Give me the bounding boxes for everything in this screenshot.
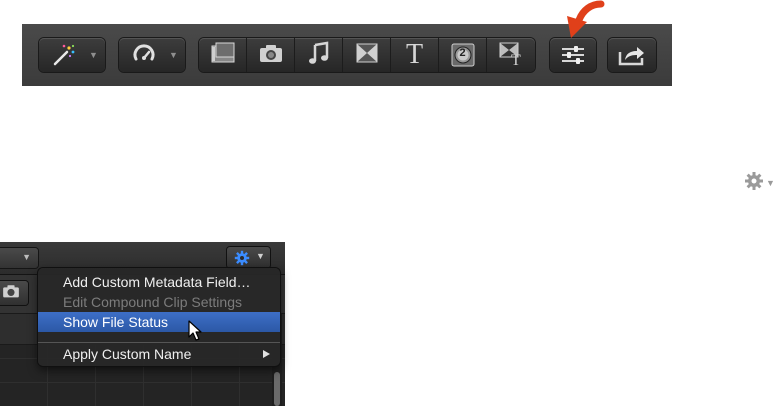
themes-icon: T (497, 40, 525, 71)
enhancements-button[interactable]: ▼ (39, 38, 105, 72)
menu-item-add-custom-metadata-field[interactable]: Add Custom Metadata Field… (38, 272, 280, 292)
scrollbar-thumb[interactable] (274, 372, 280, 406)
media-browsers-group: T 2 T (199, 38, 535, 72)
svg-text:T: T (511, 52, 521, 66)
generator-number: 2 (459, 47, 466, 59)
music-note-icon (307, 40, 331, 71)
menu-item-label: Apply Custom Name (63, 346, 192, 362)
magic-wand-icon (45, 38, 83, 72)
transitions-browser-button[interactable] (343, 38, 391, 72)
metadata-view-dropdown[interactable]: ▼ (0, 248, 38, 268)
chevron-down-icon: ▼ (766, 178, 775, 188)
filmstrip-icon (209, 41, 237, 70)
photo-browser-button[interactable] (247, 38, 295, 72)
title-t-icon: T (405, 39, 424, 70)
chevron-down-icon: ▼ (89, 50, 98, 60)
action-menu-button[interactable]: ▼ (744, 171, 778, 196)
menu-item-show-file-status[interactable]: Show File Status (38, 312, 280, 332)
action-gear-button[interactable]: ▼ (227, 247, 270, 268)
transition-hourglass-icon (354, 41, 380, 70)
chevron-down-icon: ▼ (169, 50, 178, 60)
chevron-down-icon: ▼ (256, 251, 265, 261)
retiming-button[interactable]: ▼ (119, 38, 185, 72)
media-browser-button[interactable] (199, 38, 247, 72)
share-arrow-icon (608, 38, 656, 72)
themes-browser-button[interactable]: T (487, 38, 535, 72)
red-arrow-icon (553, 0, 613, 46)
generators-browser-button[interactable]: 2 (439, 38, 487, 72)
mouse-cursor-icon (188, 320, 204, 342)
retime-speedometer-icon (125, 38, 163, 72)
chevron-down-icon: ▼ (22, 252, 31, 262)
camera-button[interactable] (0, 281, 28, 305)
submenu-arrow-icon (263, 350, 270, 358)
share-button[interactable] (608, 38, 656, 72)
music-browser-button[interactable] (295, 38, 343, 72)
action-context-menu: Add Custom Metadata Field… Edit Compound… (38, 268, 280, 366)
gear-icon (744, 171, 764, 196)
generator-disc-icon: 2 (450, 42, 476, 68)
menu-item-apply-custom-name[interactable]: Apply Custom Name (38, 344, 280, 364)
menu-item-edit-compound-clip-settings: Edit Compound Clip Settings (63, 294, 242, 310)
camera-icon (1, 283, 21, 304)
menu-separator (38, 342, 280, 343)
camera-icon (257, 41, 285, 70)
titles-browser-button[interactable]: T (391, 38, 439, 72)
